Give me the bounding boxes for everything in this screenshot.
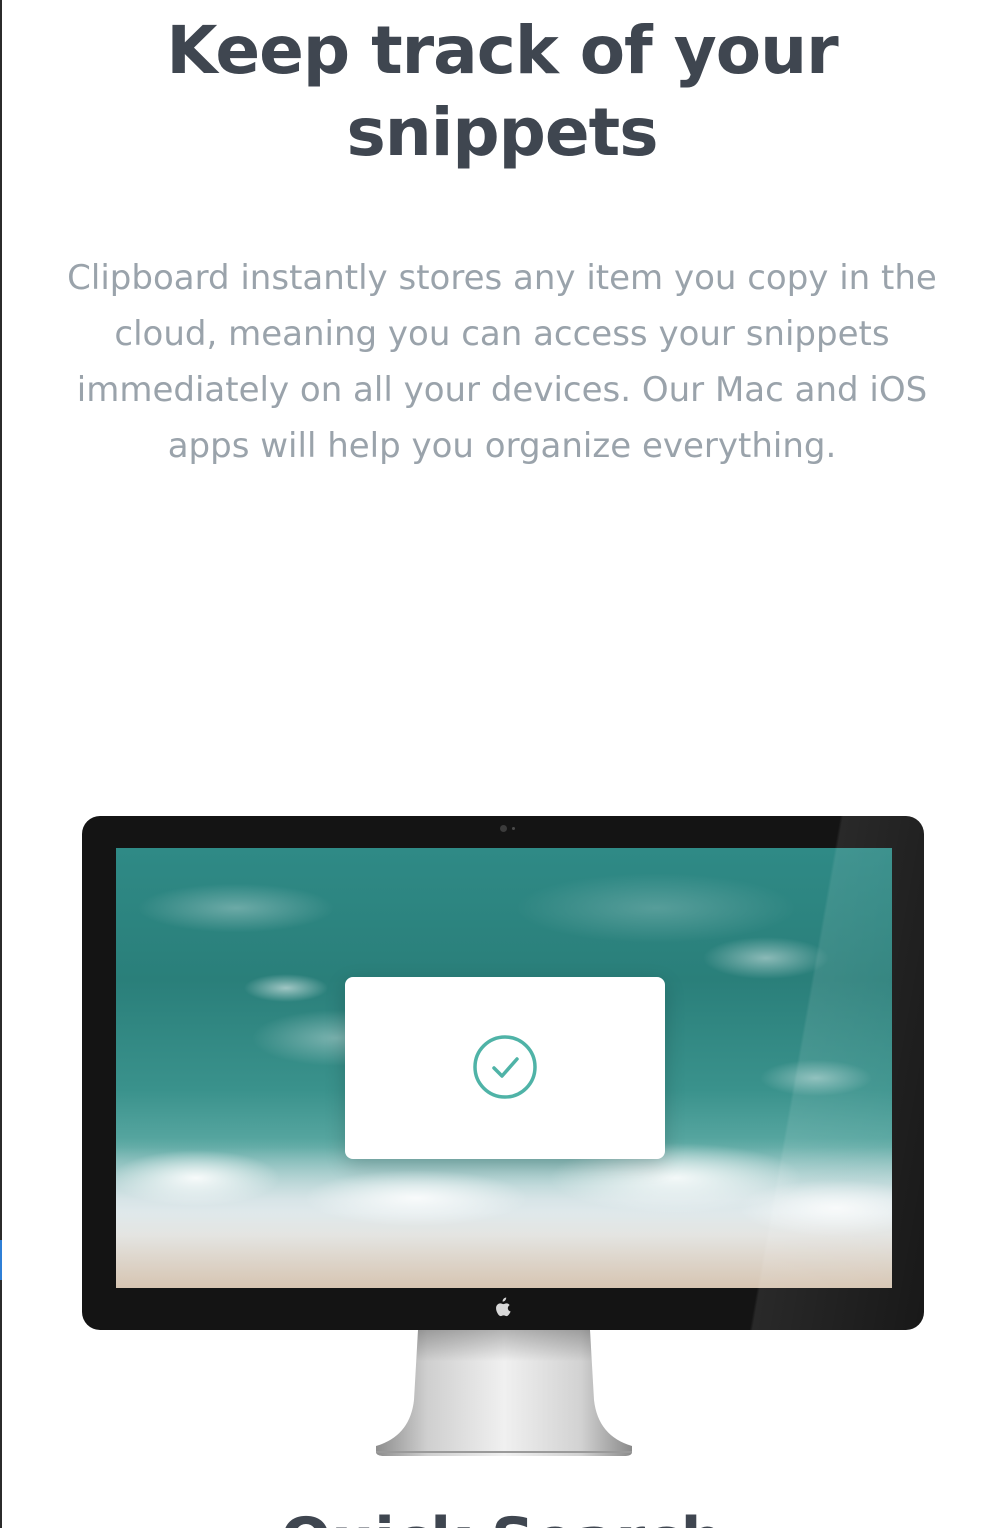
camera-sensor bbox=[512, 827, 515, 830]
section-title-quick-search: Quick Search bbox=[2, 1500, 1002, 1528]
page: Keep track of your snippets Clipboard in… bbox=[2, 0, 1002, 1528]
wave-foam bbox=[116, 1138, 892, 1288]
camera-icon bbox=[500, 825, 507, 832]
monitor-stand bbox=[376, 1330, 632, 1456]
apple-logo-icon bbox=[496, 1297, 511, 1317]
monitor-illustration bbox=[82, 816, 924, 1330]
hero-description: Clipboard instantly stores any item you … bbox=[67, 258, 937, 466]
monitor-screen bbox=[116, 848, 892, 1288]
check-circle-icon bbox=[473, 1035, 537, 1099]
hero-title: Keep track of your snippets bbox=[166, 12, 838, 171]
copied-dialog bbox=[345, 977, 665, 1159]
